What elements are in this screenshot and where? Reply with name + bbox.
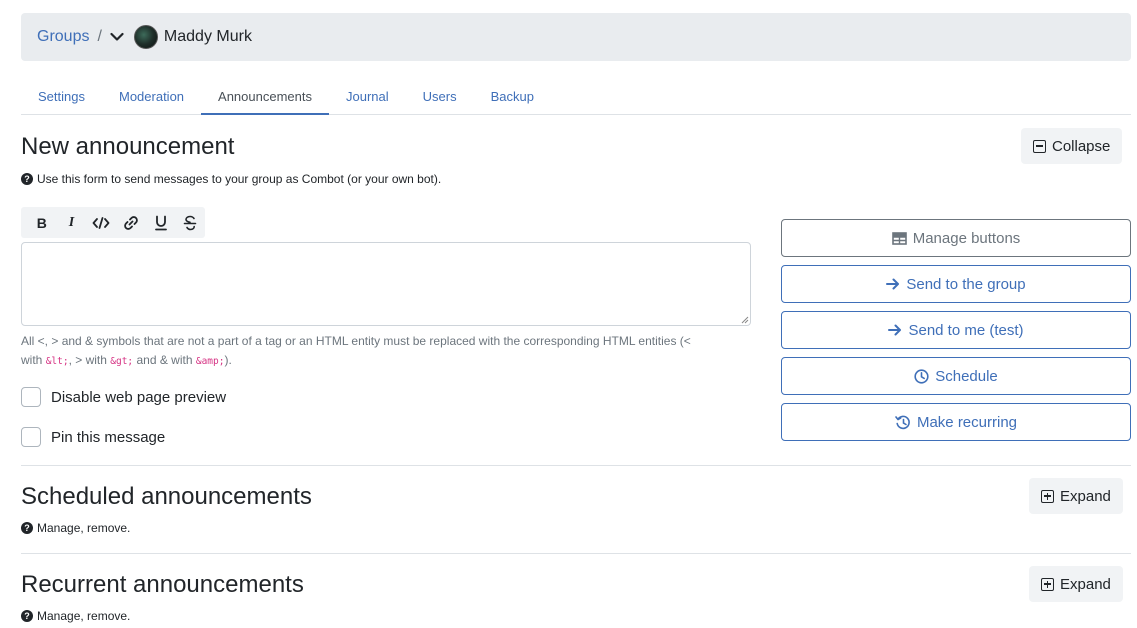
expand-recurrent-label: Expand <box>1060 575 1111 593</box>
italic-icon[interactable]: I <box>57 207 87 238</box>
disable-preview-label[interactable]: Disable web page preview <box>51 389 226 406</box>
tab-bar: Settings Moderation Announcements Journa… <box>21 80 1131 115</box>
question-circle-icon: ? <box>21 522 33 534</box>
bold-icon[interactable]: B <box>27 207 57 238</box>
send-to-group-button[interactable]: Send to the group <box>781 265 1131 303</box>
table-icon <box>891 231 907 245</box>
underline-icon[interactable] <box>146 207 176 238</box>
scheduled-help-text: Manage, remove. <box>37 521 131 535</box>
group-name: Maddy Murk <box>163 28 252 45</box>
expand-scheduled-button[interactable]: Expand <box>1029 478 1123 514</box>
strikethrough-icon[interactable] <box>175 207 205 238</box>
breadcrumb-separator: / <box>97 28 102 45</box>
recurrent-help: ? Manage, remove. <box>21 609 130 623</box>
new-announcement-title: New announcement <box>21 133 235 160</box>
section-divider <box>21 465 1131 466</box>
tab-backup[interactable]: Backup <box>474 80 551 115</box>
make-recurring-button[interactable]: Make recurring <box>781 403 1131 441</box>
plus-square-icon <box>1041 489 1054 503</box>
scheduled-announcements-title: Scheduled announcements <box>21 483 312 510</box>
collapse-button-label: Collapse <box>1052 137 1111 155</box>
minus-square-icon <box>1033 139 1046 153</box>
breadcrumb: Groups / Maddy Murk <box>21 13 1131 61</box>
manage-buttons-button[interactable]: Manage buttons <box>781 219 1131 257</box>
formatting-toolbar: B I <box>21 207 205 238</box>
expand-recurrent-button[interactable]: Expand <box>1029 566 1123 602</box>
section-divider <box>21 553 1131 554</box>
breadcrumb-groups-link[interactable]: Groups <box>37 28 89 46</box>
recurrent-announcements-title: Recurrent announcements <box>21 571 304 598</box>
collapse-button[interactable]: Collapse <box>1021 128 1123 164</box>
arrow-right-icon <box>888 324 902 336</box>
avatar <box>133 25 158 49</box>
pin-message-row[interactable]: Pin this message <box>21 427 165 447</box>
announcement-textarea[interactable] <box>21 242 751 326</box>
new-announcement-help-text: Use this form to send messages to your g… <box>37 172 442 186</box>
clock-icon <box>914 368 929 384</box>
pin-message-label[interactable]: Pin this message <box>51 429 165 446</box>
arrow-right-icon <box>886 278 900 290</box>
question-circle-icon: ? <box>21 610 33 622</box>
pin-message-checkbox[interactable] <box>21 427 41 447</box>
link-icon[interactable] <box>116 207 146 238</box>
tab-settings[interactable]: Settings <box>21 80 102 115</box>
tab-users[interactable]: Users <box>406 80 474 115</box>
html-entities-hint: All <, > and & symbols that are not a pa… <box>21 334 691 367</box>
tab-announcements[interactable]: Announcements <box>201 80 329 115</box>
chevron-down-icon[interactable] <box>110 32 124 42</box>
resize-handle-icon[interactable] <box>741 316 749 324</box>
tab-moderation[interactable]: Moderation <box>102 80 201 115</box>
expand-scheduled-label: Expand <box>1060 487 1111 505</box>
send-to-me-button[interactable]: Send to me (test) <box>781 311 1131 349</box>
disable-preview-checkbox[interactable] <box>21 387 41 407</box>
question-circle-icon: ? <box>21 173 33 185</box>
recurrent-help-text: Manage, remove. <box>37 609 131 623</box>
scheduled-help: ? Manage, remove. <box>21 521 130 535</box>
plus-square-icon <box>1041 577 1054 591</box>
new-announcement-help: ? Use this form to send messages to your… <box>21 172 441 186</box>
tab-journal[interactable]: Journal <box>329 80 406 115</box>
history-icon <box>895 415 910 429</box>
code-icon[interactable] <box>86 207 116 238</box>
disable-preview-row[interactable]: Disable web page preview <box>21 387 226 407</box>
schedule-button[interactable]: Schedule <box>781 357 1131 395</box>
